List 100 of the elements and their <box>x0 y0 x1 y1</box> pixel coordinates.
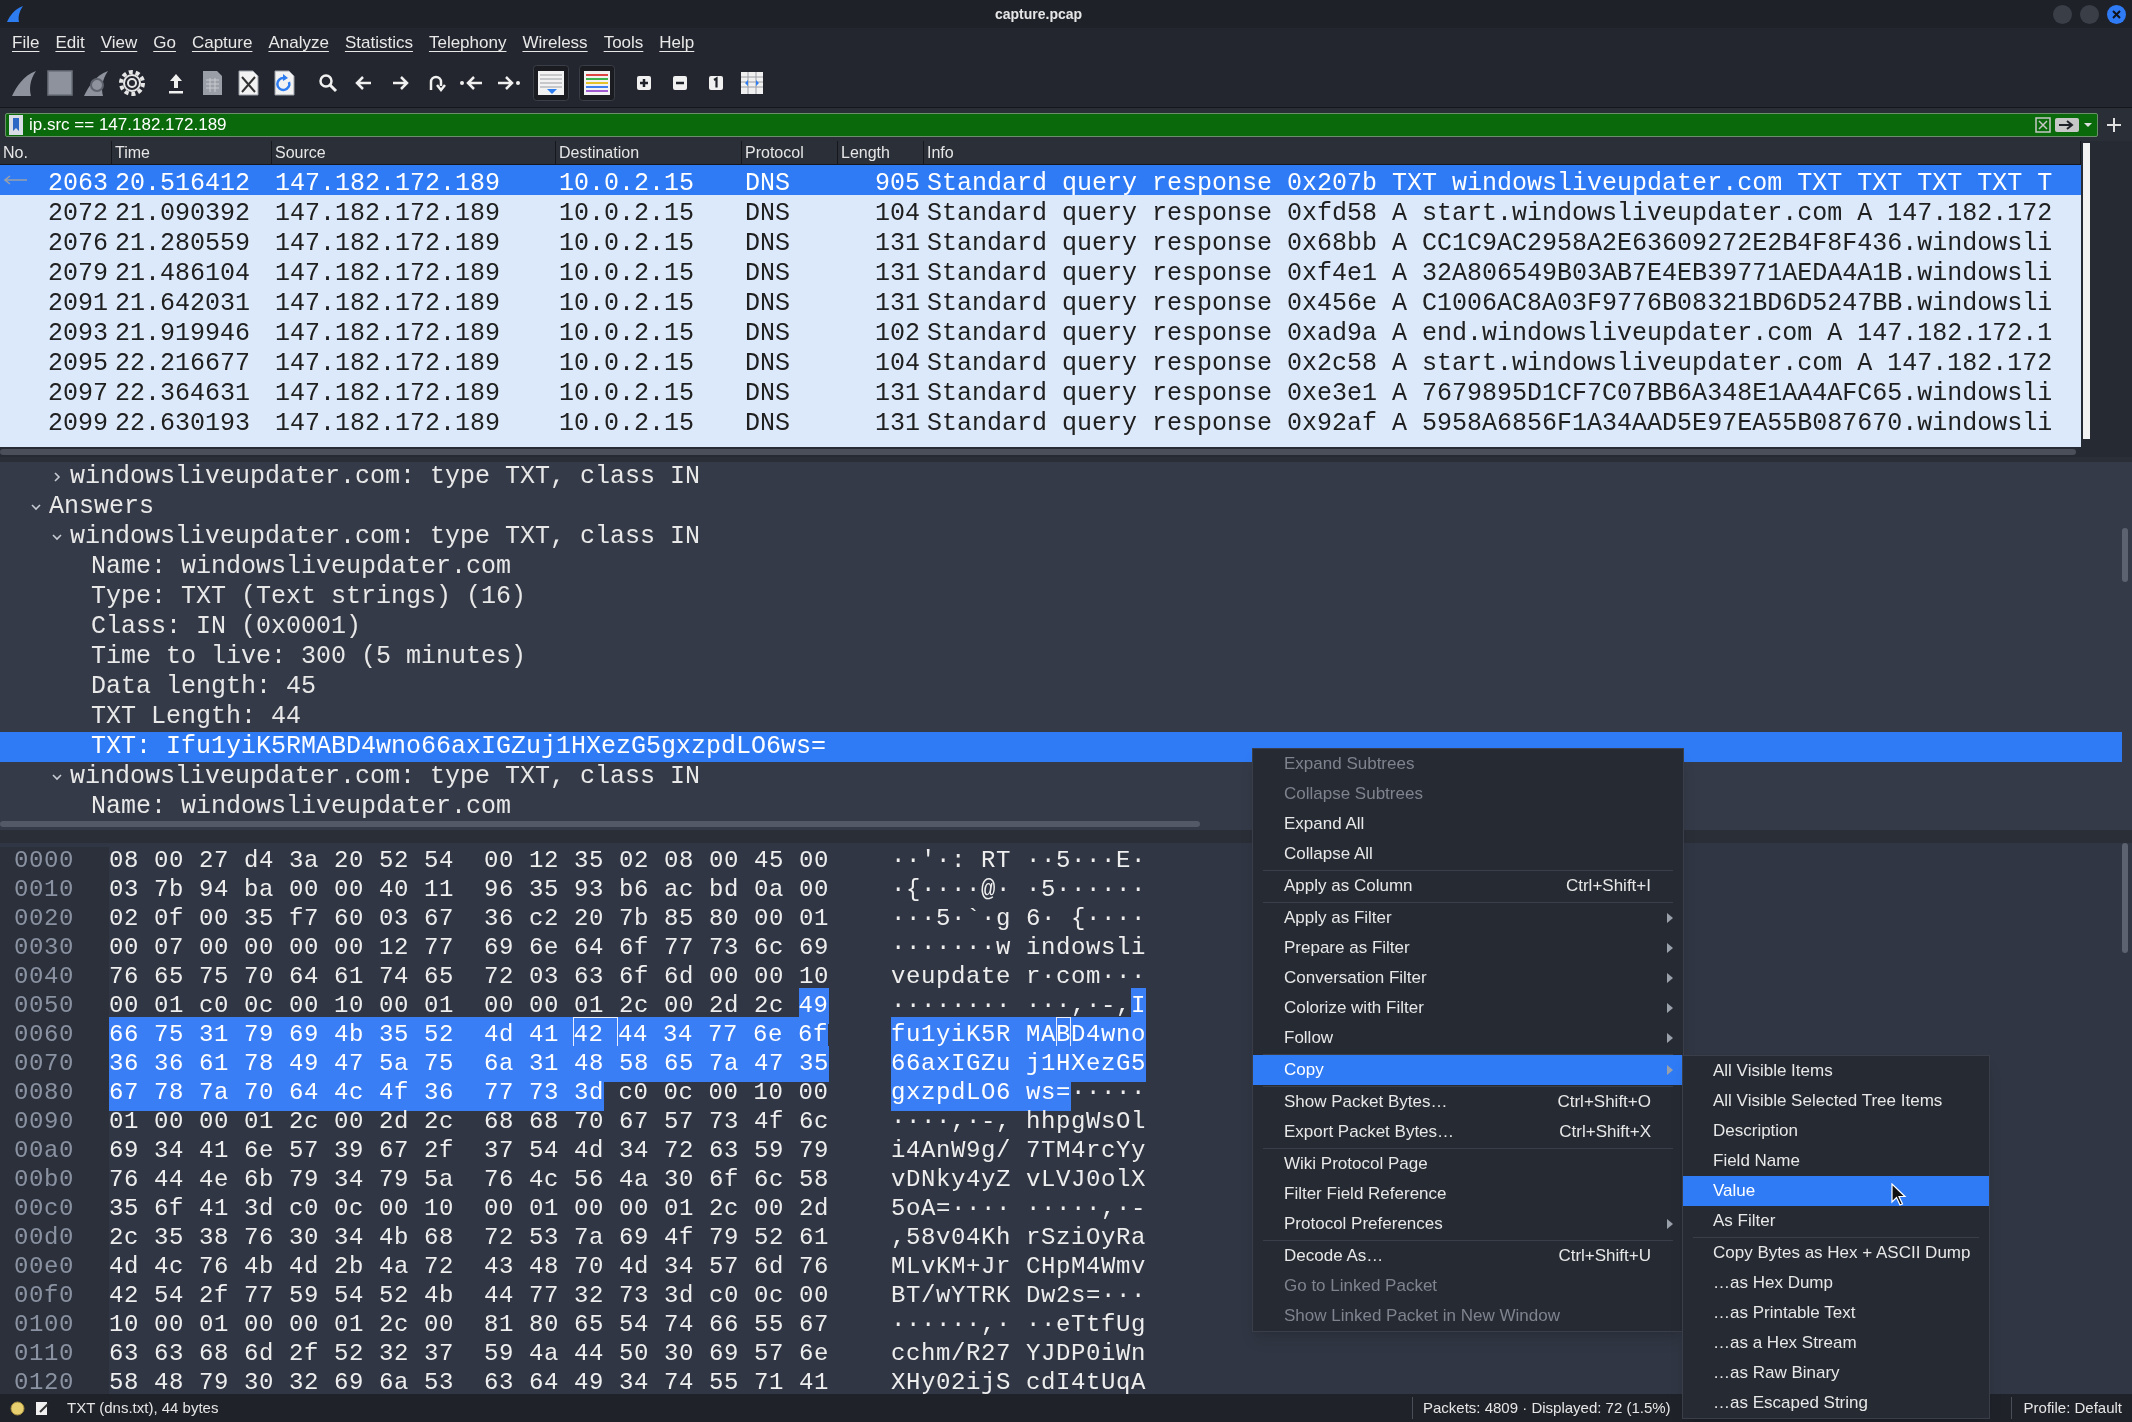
menu-item[interactable]: All Visible Selected Tree Items <box>1683 1086 1989 1116</box>
chevron-down-icon[interactable] <box>52 772 62 782</box>
tree-item[interactable]: Name: windowsliveupdater.com <box>0 552 516 582</box>
dropdown-caret-icon[interactable] <box>2083 120 2093 129</box>
column-header[interactable]: Destination <box>559 141 640 165</box>
colorize-icon[interactable] <box>579 64 615 101</box>
menu-item[interactable]: …as Hex Dump <box>1683 1268 1989 1298</box>
menu-item[interactable]: Statistics <box>344 30 413 56</box>
gear-icon[interactable] <box>117 67 147 98</box>
tree-item[interactable]: windowsliveupdater.com: type TXT, class IN <box>0 462 705 492</box>
scrollbar-thumb[interactable] <box>0 449 2076 455</box>
packet-row[interactable]: 2076 21.280559 147.182.172.189 10.0.2.15 DNS 131 Standard query response 0x68bb A CC1C9AC2958A2E63609272E2B4F8F436.windowsli <box>0 225 2081 255</box>
menu-item[interactable]: Help <box>659 30 695 56</box>
plus-icon[interactable] <box>2106 116 2122 133</box>
column-header[interactable]: Time <box>115 141 150 165</box>
scrollbar-thumb[interactable] <box>2122 843 2128 953</box>
menu-item[interactable]: …as a Hex Stream <box>1683 1328 1989 1358</box>
scrollbar-thumb[interactable] <box>2082 143 2090 439</box>
menu-item[interactable]: Protocol Preferences <box>1253 1209 1683 1239</box>
tree-item[interactable]: Data length: 45 <box>0 672 321 702</box>
chevron-down-icon[interactable] <box>52 532 62 542</box>
hex-bytes: 69 34 41 6e 57 39 67 2f 37 54 4d 34 72 63 59 79 <box>109 1136 830 1166</box>
menu-item[interactable]: As Filter <box>1683 1206 1989 1236</box>
menu-item[interactable]: Edit <box>55 30 85 56</box>
menu-item[interactable]: Description <box>1683 1116 1989 1146</box>
menu-item[interactable]: Apply as Column Ctrl+Shift+I <box>1253 871 1683 901</box>
column-header[interactable]: Source <box>275 141 326 165</box>
packet-row[interactable]: 2097 22.364631 147.182.172.189 10.0.2.15 DNS 131 Standard query response 0xe3e1 A 7679895D1CF7C07BB6A348E1AA4AFC65.windowsli <box>0 375 2081 405</box>
chevron-down-icon[interactable] <box>31 502 41 512</box>
menu-item[interactable]: …as Escaped String <box>1683 1388 1989 1418</box>
menu-item[interactable]: Conversation Filter <box>1253 963 1683 993</box>
ascii-text: MLvKM+Jr CHpM4Wmv <box>891 1252 1147 1282</box>
byte-offset: 0000 <box>14 846 74 876</box>
tree-item[interactable]: Name: windowsliveupdater.com <box>0 792 516 822</box>
menu-item[interactable]: Show Packet Bytes… Ctrl+Shift+O <box>1253 1087 1683 1117</box>
menu-item[interactable]: Telephony <box>428 30 507 56</box>
hex-bytes: 42 54 2f 77 59 54 52 4b 44 77 32 73 3d c0 0c 00 <box>109 1281 830 1311</box>
tree-item[interactable]: windowsliveupdater.com: type TXT, class IN <box>0 522 705 552</box>
packet-row[interactable]: 2079 21.486104 147.182.172.189 10.0.2.15 DNS 131 Standard query response 0xf4e1 A 32A806549B03AB7E4EB39771AEDA4A1B.windowsli <box>0 255 2081 285</box>
column-header[interactable]: Length <box>841 141 890 165</box>
menu-item[interactable]: Prepare as Filter <box>1253 933 1683 963</box>
menu-item[interactable]: Value <box>1683 1176 1989 1206</box>
byte-offset: 00b0 <box>14 1165 74 1195</box>
byte-offset: 00d0 <box>14 1223 74 1253</box>
display-filter-field[interactable]: ip.src == 147.182.172.189 <box>5 112 2098 137</box>
tree-item[interactable]: Class: IN (0x0001) <box>0 612 366 642</box>
packet-row[interactable]: 2099 22.630193 147.182.172.189 10.0.2.15 DNS 131 Standard query response 0x92af A 5958A6856F1A34AAD5E97EA55B087670.windowsli <box>0 405 2081 435</box>
byte-offset: 0070 <box>14 1049 74 1079</box>
packet-row[interactable]: 2095 22.216677 147.182.172.189 10.0.2.15 DNS 104 Standard query response 0x2c58 A start.windowsliveupdater.com A 147.182.172 <box>0 345 2081 375</box>
autoscroll-icon[interactable] <box>533 64 569 101</box>
menu-item[interactable]: All Visible Items <box>1683 1056 1989 1086</box>
packet-row[interactable]: 2063 20.516412 147.182.172.189 10.0.2.15 DNS 905 Standard query response 0x207b TXT windowsliveupdater.com TXT TXT TXT TXT T <box>0 165 2081 195</box>
hex-bytes: 63 63 68 6d 2f 52 32 37 59 4a 44 50 30 69 57 6e <box>109 1339 830 1369</box>
menu-item[interactable]: Capture <box>191 30 253 56</box>
byte-offset: 0080 <box>14 1078 74 1108</box>
ascii-text: XHy02ijS cdI4tUqA <box>891 1368 1147 1398</box>
byte-offset: 0120 <box>14 1368 74 1398</box>
edit-note-icon[interactable] <box>35 1400 50 1416</box>
menu-item[interactable]: File <box>12 30 40 56</box>
hex-bytes: 58 48 79 30 32 69 6a 53 63 64 49 34 74 55 71 41 <box>109 1368 830 1398</box>
menu-item[interactable]: Wiki Protocol Page <box>1253 1149 1683 1179</box>
chevron-right-icon[interactable] <box>52 472 62 482</box>
clear-icon[interactable] <box>2035 116 2051 133</box>
menu-item[interactable]: Copy Bytes as Hex + ASCII Dump <box>1683 1238 1989 1268</box>
menu-item[interactable]: Collapse All <box>1253 839 1683 869</box>
status-text[interactable]: Profile: Default <box>2010 1396 2122 1420</box>
menu-item[interactable]: Go <box>153 30 176 56</box>
status-indicator-icon[interactable] <box>10 1400 25 1416</box>
menu-item[interactable]: …as Printable Text <box>1683 1298 1989 1328</box>
tree-item[interactable]: Type: TXT (Text strings) (16) <box>0 582 531 612</box>
column-header[interactable]: Protocol <box>745 141 804 165</box>
column-header[interactable]: No. <box>3 141 28 165</box>
menu-item[interactable]: Expand All <box>1253 809 1683 839</box>
menu-item[interactable]: …as Raw Binary <box>1683 1358 1989 1388</box>
menu-item[interactable]: Apply as Filter <box>1253 903 1683 933</box>
packet-row[interactable]: 2072 21.090392 147.182.172.189 10.0.2.15 DNS 104 Standard query response 0xfd58 A start.windowsliveupdater.com A 147.182.172 <box>0 195 2081 225</box>
bookmark-icon[interactable] <box>9 114 23 135</box>
packet-row[interactable]: 2093 21.919946 147.182.172.189 10.0.2.15 DNS 102 Standard query response 0xad9a A end.windowsliveupdater.com A 147.182.172.1 <box>0 315 2081 345</box>
menu-item[interactable]: Decode As… Ctrl+Shift+U <box>1253 1241 1683 1271</box>
menu-item[interactable]: View <box>100 30 138 56</box>
menu-item[interactable]: Analyze <box>268 30 329 56</box>
tree-item[interactable]: Answers <box>0 492 159 522</box>
column-header[interactable]: Info <box>927 141 954 165</box>
packet-row[interactable]: 2091 21.642031 147.182.172.189 10.0.2.15 DNS 131 Standard query response 0x456e A C1006AC8A03F9776B08321BD6D5247BB.windowsli <box>0 285 2081 315</box>
stop-icon[interactable] <box>45 67 75 98</box>
tree-item[interactable]: TXT Length: 44 <box>0 702 306 732</box>
close-icon[interactable] <box>2107 4 2126 24</box>
menu-item[interactable]: Field Name <box>1683 1146 1989 1176</box>
menu-item[interactable]: Copy <box>1253 1055 1683 1085</box>
menu-item[interactable]: Wireless <box>522 30 588 56</box>
tree-item[interactable]: windowsliveupdater.com: type TXT, class IN <box>0 762 705 792</box>
menu-item[interactable]: Tools <box>603 30 644 56</box>
byte-offset: 00c0 <box>14 1194 74 1224</box>
tree-item[interactable]: Time to live: 300 (5 minutes) <box>0 642 531 672</box>
scrollbar-thumb[interactable] <box>2122 528 2128 582</box>
scrollbar-thumb[interactable] <box>0 821 1200 827</box>
menu-item[interactable]: Follow <box>1253 1023 1683 1053</box>
menu-item[interactable]: Filter Field Reference <box>1253 1179 1683 1209</box>
menu-item[interactable]: Export Packet Bytes… Ctrl+Shift+X <box>1253 1117 1683 1147</box>
menu-item[interactable]: Colorize with Filter <box>1253 993 1683 1023</box>
